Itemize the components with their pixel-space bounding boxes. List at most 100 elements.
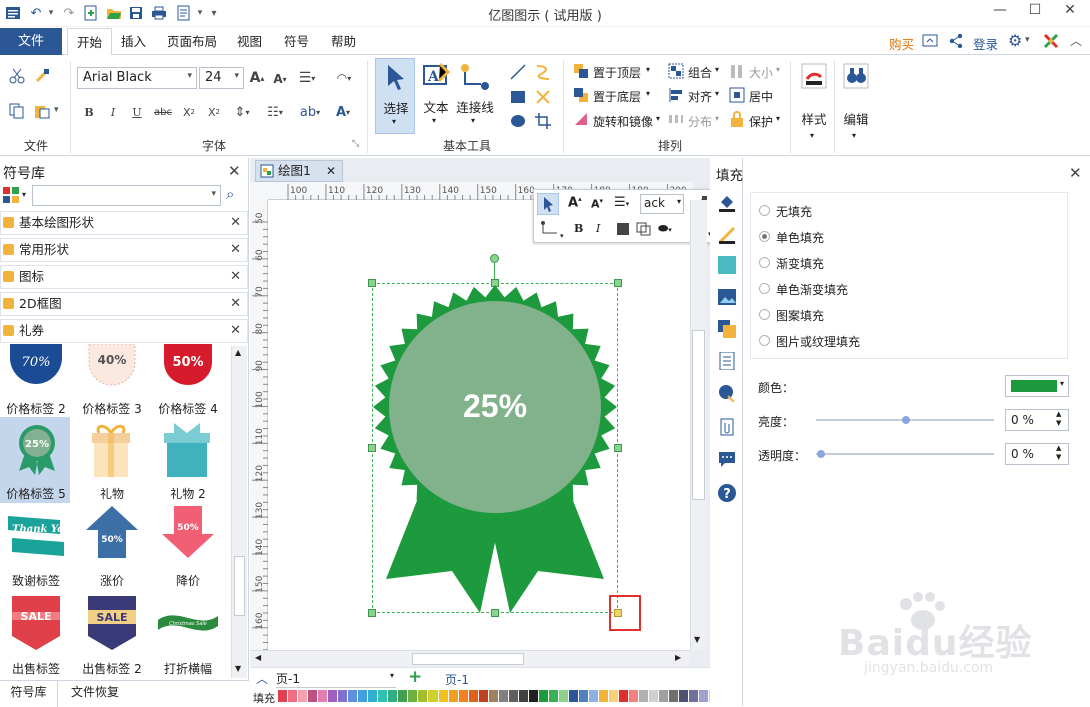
line-sidebar-icon[interactable] — [718, 226, 736, 247]
shape-price-tag-3[interactable]: 40% 价格标签 3 — [76, 344, 146, 416]
palette-swatch[interactable] — [548, 690, 559, 702]
login-link[interactable]: 登录 — [973, 34, 998, 53]
shape-sale-tag[interactable]: SALE 出售标签 — [0, 592, 70, 678]
cross-tool-icon[interactable] — [534, 88, 552, 109]
comment-sidebar-icon[interactable] — [718, 450, 736, 471]
menu-view[interactable]: 视图 — [228, 28, 271, 55]
ellipse-shape-icon[interactable] — [509, 112, 527, 133]
fill-option-pattern[interactable]: 图案填充 — [751, 307, 1051, 325]
group-label[interactable]: 组合 — [688, 64, 712, 81]
brightness-input[interactable]: 0 % ▲ ▼ — [1005, 409, 1069, 431]
library-scroll-thumb[interactable] — [234, 556, 245, 616]
share-icon[interactable] — [948, 33, 964, 52]
align-dropdown-icon[interactable]: ▾ — [715, 89, 719, 98]
shape-gift[interactable]: 礼物 — [76, 417, 146, 503]
close-category-icon[interactable]: ✕ — [230, 266, 241, 288]
buy-link[interactable]: 购买 — [889, 34, 914, 53]
fill-option-picture[interactable]: 图片或纹理填充 — [751, 333, 1051, 351]
protect-label[interactable]: 保护 — [749, 113, 773, 130]
group-icon[interactable] — [668, 63, 684, 82]
palette-swatch[interactable] — [418, 690, 429, 702]
horizontal-scroll-thumb[interactable] — [412, 653, 524, 665]
superscript-icon[interactable]: X2 — [205, 103, 223, 121]
app-colorful-logo-icon[interactable] — [1043, 33, 1059, 52]
line-spacing-icon[interactable]: ⇕ ▾ — [230, 103, 254, 121]
text-tool-button[interactable]: A 文本 ▾ — [418, 58, 454, 134]
fill-option-solid[interactable]: 单色填充 — [751, 229, 1051, 247]
radio-gradient[interactable] — [759, 257, 770, 268]
palette-swatch[interactable] — [588, 690, 599, 702]
palette-swatch[interactable] — [308, 690, 319, 702]
hyperlink-sidebar-icon[interactable] — [718, 384, 736, 405]
size-icon[interactable] — [729, 63, 745, 82]
palette-swatch[interactable] — [468, 690, 479, 702]
horizontal-scroll-right-icon[interactable]: ▶ — [675, 653, 681, 662]
palette-swatch[interactable] — [558, 690, 569, 702]
fill-option-mono-gradient[interactable]: 单色渐变填充 — [751, 281, 1051, 299]
palette-swatch[interactable] — [338, 690, 349, 702]
size-dropdown-icon[interactable]: ▾ — [776, 65, 780, 74]
palette-swatch[interactable] — [578, 690, 589, 702]
palette-swatch[interactable] — [288, 690, 299, 702]
attachment-sidebar-icon[interactable] — [718, 418, 736, 439]
drawing-page[interactable]: 25% — [268, 200, 690, 650]
close-window-button[interactable]: ✕ — [1055, 2, 1085, 22]
palette-swatch[interactable] — [358, 690, 369, 702]
close-category-icon[interactable]: ✕ — [230, 239, 241, 261]
menu-symbols[interactable]: 符号 — [275, 28, 318, 55]
library-grid-dropdown-icon[interactable]: ▾ — [22, 190, 26, 199]
palette-swatch[interactable] — [649, 690, 660, 702]
rotate-mirror-label[interactable]: 旋转和镜像 — [593, 113, 653, 130]
palette-swatch[interactable] — [669, 690, 680, 702]
rotate-dropdown-icon[interactable]: ▾ — [656, 114, 660, 123]
palette-swatch[interactable] — [298, 690, 309, 702]
rectangle-shape-icon[interactable] — [509, 88, 527, 109]
palette-swatch[interactable] — [609, 690, 620, 702]
help-sidebar-icon[interactable]: ? — [718, 484, 736, 505]
line-shape-icon[interactable] — [509, 63, 527, 84]
brightness-slider-thumb[interactable] — [902, 416, 910, 424]
library-grid-icon[interactable] — [2, 186, 20, 207]
bring-front-icon[interactable] — [573, 63, 589, 82]
palette-swatch[interactable] — [458, 690, 469, 702]
float-copy-style-icon[interactable] — [636, 222, 652, 239]
add-page-icon[interactable]: + — [408, 667, 422, 687]
palette-swatch[interactable] — [348, 690, 359, 702]
palette-swatch[interactable] — [538, 690, 549, 702]
palette-swatch[interactable] — [368, 690, 379, 702]
collapse-ribbon-icon[interactable]: ︿ — [1070, 32, 1082, 49]
settings-dropdown-icon[interactable]: ▾ — [1025, 35, 1030, 45]
center-label[interactable]: 居中 — [749, 88, 773, 105]
tab-symbol-library[interactable]: 符号库 — [0, 681, 58, 707]
vertical-scroll-down-icon[interactable]: ▼ — [694, 635, 700, 644]
cut-icon[interactable] — [8, 67, 26, 85]
palette-swatch[interactable] — [679, 690, 690, 702]
menu-page-layout[interactable]: 页面布局 — [158, 28, 226, 55]
settings-gear-icon[interactable]: ⚙ — [1008, 31, 1022, 50]
menu-file[interactable]: 文件 — [0, 28, 62, 55]
palette-swatch[interactable] — [378, 690, 389, 702]
shape-price-tag-4[interactable]: 50% 价格标签 4 — [152, 344, 222, 416]
close-library-button[interactable]: ✕ — [228, 162, 241, 180]
send-back-icon[interactable] — [573, 87, 589, 106]
canvas-horizontal-scrollbar[interactable]: ◀ ▶ — [250, 650, 690, 667]
palette-swatch[interactable] — [639, 690, 650, 702]
bullet-list-icon[interactable]: ☷ ▾ — [262, 103, 288, 121]
shape-price-up[interactable]: 50% 涨价 — [76, 504, 146, 590]
layers-sidebar-icon[interactable] — [718, 320, 736, 341]
transparency-input[interactable]: 0 % ▲ ▼ — [1005, 443, 1069, 465]
crop-tool-icon[interactable] — [534, 112, 552, 133]
palette-swatch[interactable] — [619, 690, 630, 702]
radio-solid[interactable] — [759, 231, 770, 242]
connector-tool-button[interactable]: 连接线 ▾ — [455, 58, 495, 134]
text-align-icon[interactable]: ☰ ▾ — [296, 69, 318, 87]
paste-icon[interactable] — [33, 102, 51, 120]
image-sidebar-icon[interactable] — [718, 288, 736, 309]
palette-swatch[interactable] — [408, 690, 419, 702]
minimize-button[interactable]: — — [985, 2, 1015, 22]
group-dropdown-icon[interactable]: ▾ — [715, 65, 719, 74]
radio-pattern[interactable] — [759, 309, 770, 320]
center-icon[interactable] — [729, 87, 745, 106]
shape-price-tag-5-selected[interactable]: 25% 价格标签 5 — [0, 417, 70, 503]
document-tab[interactable]: 绘图1 ✕ — [255, 160, 343, 182]
